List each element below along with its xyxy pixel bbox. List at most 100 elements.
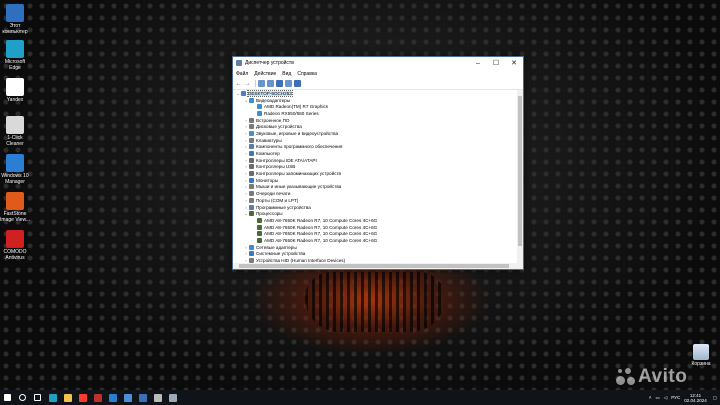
device-category-icon: [249, 204, 254, 210]
device-category-icon: [249, 137, 254, 143]
desktop-icon-label: Yandex: [6, 97, 24, 103]
tree-node-label: Radeon RX550/550 Series: [264, 110, 319, 116]
taskbar-app-button[interactable]: [120, 390, 135, 405]
device-category-icon: [249, 157, 254, 163]
tree-category-node[interactable]: › Встроенное ПО: [233, 117, 517, 124]
taskbar-device-manager-button[interactable]: [165, 390, 180, 405]
tree-category-node[interactable]: › Системные устройства: [233, 251, 517, 258]
device-category-icon: [249, 244, 254, 250]
horizontal-scroll-thumb[interactable]: [239, 264, 509, 268]
taskbar-winrar-button[interactable]: [90, 390, 105, 405]
tree-category-node[interactable]: › Программные устройства: [233, 204, 517, 211]
monitor-icon[interactable]: [294, 80, 301, 87]
taskbar-edge-button[interactable]: [45, 390, 60, 405]
tree-device-node[interactable]: AMD A8-7650K Radeon R7, 10 Compute Cores…: [233, 237, 517, 244]
clock[interactable]: 12:41 02.04.2024: [684, 393, 707, 403]
cleaner-icon: [6, 116, 24, 134]
horizontal-scrollbar[interactable]: [233, 263, 523, 269]
taskbar-task-view-button[interactable]: [30, 390, 45, 405]
menu-help[interactable]: Справка: [297, 71, 317, 77]
taskbar-app2-button[interactable]: [135, 390, 150, 405]
tree-category-node[interactable]: › Дисковые устройства: [233, 123, 517, 130]
tree-category-node[interactable]: › Компьютер: [233, 150, 517, 157]
tree-category-node[interactable]: › Компоненты программного обеспечения: [233, 144, 517, 151]
taskbar-win10-manager-button[interactable]: [105, 390, 120, 405]
vertical-scrollbar[interactable]: [517, 90, 523, 263]
close-button[interactable]: ✕: [505, 57, 523, 69]
window-titlebar[interactable]: Диспетчер устройств – ☐ ✕: [233, 57, 523, 69]
device-category-icon: [241, 90, 246, 96]
desktop-icon-faststone[interactable]: FastStone Image View...: [0, 192, 30, 223]
taskbar-yandex-button[interactable]: [75, 390, 90, 405]
tree-node-label: Контроллеры USB: [256, 164, 296, 170]
tree-device-node[interactable]: AMD Radeon(TM) R7 Graphics: [233, 103, 517, 110]
device-category-icon: [249, 130, 254, 136]
desktop-icon-comodo[interactable]: COMODO Antivirus: [0, 230, 30, 261]
tree-category-node[interactable]: › Порты (COM и LPT): [233, 197, 517, 204]
properties-icon[interactable]: [267, 80, 274, 87]
desktop-icon-win10-manager[interactable]: Windows 10 Manager: [0, 154, 30, 185]
app2-icon: [138, 393, 147, 402]
desktop-icon-label: 1-Click Cleaner: [6, 135, 24, 147]
scan-hardware-icon[interactable]: [285, 80, 292, 87]
taskbar-search-button[interactable]: [15, 390, 30, 405]
menu-file[interactable]: Файл: [236, 71, 248, 77]
tree-category-node[interactable]: › Звуковые, игровые и видеоустройства: [233, 130, 517, 137]
device-tree: ⌄ DESKTOP-9OCH253 ⌄ Видеоадаптеры AMD Radeon…: [233, 90, 517, 263]
desktop-icon-recycle-bin[interactable]: Корзина: [686, 344, 716, 367]
tray-chevron-icon[interactable]: ˄: [649, 395, 652, 400]
tree-category-node[interactable]: ⌄ Процессоры: [233, 210, 517, 217]
desktop-icon-edge[interactable]: Microsoft Edge: [0, 40, 30, 71]
taskbar-folder-button[interactable]: [60, 390, 75, 405]
app-icon: [123, 393, 132, 402]
device-category-icon: [249, 124, 254, 130]
tree-category-node[interactable]: › Контроллеры IDE ATA/ATAPI: [233, 157, 517, 164]
windows-start-icon: [4, 394, 11, 401]
avito-logo-icon: [614, 366, 636, 388]
tree-category-node[interactable]: › Очереди печати: [233, 190, 517, 197]
forward-arrow-icon[interactable]: →: [244, 80, 251, 87]
edge-icon: [6, 40, 24, 58]
network-icon[interactable]: ▭: [655, 395, 659, 401]
vertical-scroll-thumb[interactable]: [518, 96, 522, 246]
edge-icon: [48, 393, 57, 402]
tree-category-node[interactable]: › Контроллеры запоминающих устройств: [233, 170, 517, 177]
recycle-bin-label: Корзина: [691, 361, 711, 367]
tree-node-label: Компоненты программного обеспечения: [256, 144, 343, 150]
tree-node-label: Встроенное ПО: [256, 117, 290, 123]
tree-category-node[interactable]: › Клавиатуры: [233, 137, 517, 144]
tree-node-label: Процессоры: [256, 211, 283, 217]
tree-category-node[interactable]: › Мыши и иные указывающие устройства: [233, 184, 517, 191]
tree-category-node[interactable]: › Сетевые адаптеры: [233, 244, 517, 251]
desktop-icon-cleaner[interactable]: 1-Click Cleaner: [0, 116, 30, 147]
tree-category-node[interactable]: › Контроллеры USB: [233, 164, 517, 171]
desktop-icon-computer[interactable]: Этот компьютер: [0, 4, 30, 35]
maximize-button[interactable]: ☐: [487, 57, 505, 69]
menu-view[interactable]: Вид: [282, 71, 291, 77]
desktop-icon-yandex[interactable]: Yandex: [0, 78, 30, 103]
show-hide-tree-icon[interactable]: [258, 80, 265, 87]
help-icon[interactable]: [276, 80, 283, 87]
tree-node-label: Системные устройства: [256, 251, 306, 257]
tree-category-node[interactable]: ⌄ Видеоадаптеры: [233, 97, 517, 104]
device-category-icon: [249, 197, 254, 203]
menu-action[interactable]: Действие: [254, 71, 276, 77]
tree-node-label: AMD A8-7650K Radeon R7, 10 Compute Cores…: [264, 237, 378, 243]
tree-device-node[interactable]: AMD A8-7650K Radeon R7, 10 Compute Cores…: [233, 230, 517, 237]
back-arrow-icon[interactable]: ←: [235, 80, 242, 87]
tree-device-node[interactable]: AMD A8-7650K Radeon R7, 10 Compute Cores…: [233, 224, 517, 231]
tree-node-label: AMD A8-7650K Radeon R7, 10 Compute Cores…: [264, 231, 378, 237]
tree-node-label: Контроллеры IDE ATA/ATAPI: [256, 157, 317, 163]
tree-category-node[interactable]: › Мониторы: [233, 177, 517, 184]
language-indicator[interactable]: РУС: [671, 395, 680, 400]
notifications-icon[interactable]: ▢: [713, 395, 717, 401]
taskbar-settings-button[interactable]: [150, 390, 165, 405]
minimize-button[interactable]: –: [469, 57, 487, 69]
tree-root-node[interactable]: ⌄ DESKTOP-9OCH253: [233, 90, 517, 97]
tree-device-node[interactable]: Radeon RX550/550 Series: [233, 110, 517, 117]
tree-node-label: DESKTOP-9OCH253: [247, 90, 293, 97]
device-category-icon: [249, 171, 254, 177]
taskbar-windows-start-button[interactable]: [0, 390, 15, 405]
volume-icon[interactable]: ◁: [664, 395, 667, 401]
tree-device-node[interactable]: AMD A8-7650K Radeon R7, 10 Compute Cores…: [233, 217, 517, 224]
